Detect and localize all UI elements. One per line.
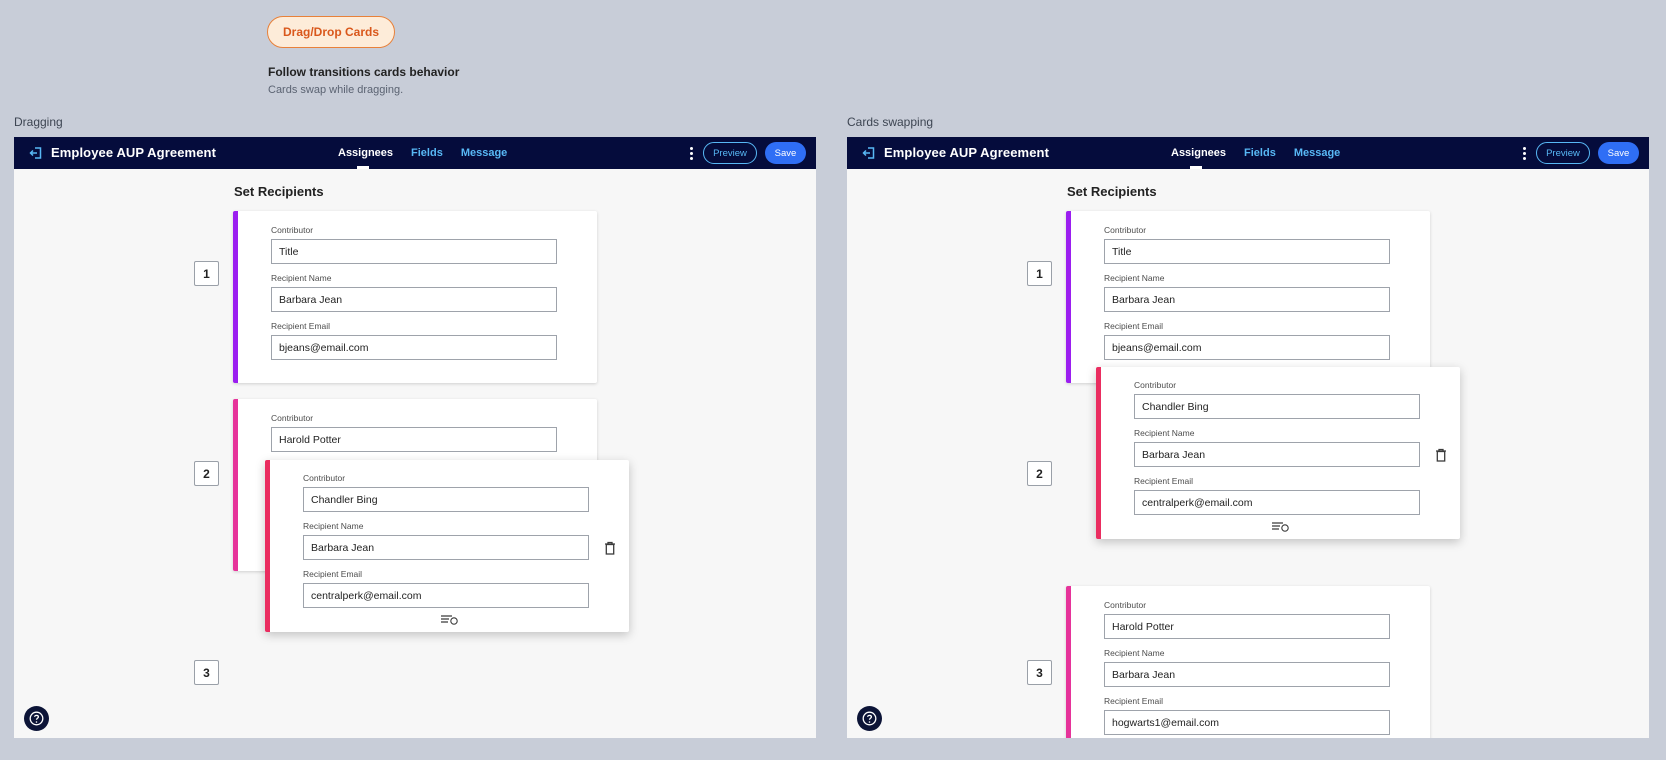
recipient-name-input[interactable]: Barbara Jean — [271, 287, 557, 312]
contributor-field: Contributor Title — [1104, 225, 1390, 264]
contributor-label: Contributor — [303, 473, 346, 483]
help-icon[interactable] — [857, 706, 882, 731]
tab-message[interactable]: Message — [1294, 137, 1340, 169]
recipient-card[interactable]: Contributor Title Recipient Name Barbara… — [233, 211, 597, 383]
kebab-menu-icon[interactable] — [684, 145, 698, 161]
recipient-email-label: Recipient Email — [271, 321, 331, 331]
recipient-name-label: Recipient Name — [303, 521, 364, 531]
tab-assignees[interactable]: Assignees — [338, 137, 393, 169]
recipient-name-label: Recipient Name — [1104, 273, 1165, 283]
recipient-email-field: Recipient Email centralperk@email.com — [1134, 476, 1420, 515]
contributor-input[interactable]: Harold Potter — [1104, 614, 1390, 639]
recipient-card[interactable]: Contributor Title Recipient Name Barbara… — [1066, 211, 1430, 383]
description-subtitle: Cards swap while dragging. — [268, 84, 404, 96]
recipient-email-input[interactable]: centralperk@email.com — [303, 583, 589, 608]
tab-fields[interactable]: Fields — [1244, 137, 1276, 169]
step-number-1: 1 — [194, 261, 219, 286]
contributor-input[interactable]: Chandler Bing — [1134, 394, 1420, 419]
recipient-email-field: Recipient Email centralperk@email.com — [303, 569, 589, 608]
contributor-label: Contributor — [271, 413, 314, 423]
contributor-field: Contributor Chandler Bing — [1134, 380, 1420, 419]
contributor-label: Contributor — [271, 225, 314, 235]
recipient-name-field: Recipient Name Barbara Jean — [1134, 428, 1420, 467]
recipient-name-field: Recipient Name Barbara Jean — [1104, 273, 1390, 312]
recipient-name-field: Recipient Name Barbara Jean — [1104, 648, 1390, 687]
description-title: Follow transitions cards behavior — [268, 65, 460, 79]
back-arrow-icon[interactable] — [861, 145, 877, 161]
kebab-menu-icon[interactable] — [1517, 145, 1531, 161]
recipient-email-input[interactable]: bjeans@email.com — [1104, 335, 1390, 360]
recipient-email-input[interactable]: centralperk@email.com — [1134, 490, 1420, 515]
trash-icon[interactable] — [604, 541, 616, 555]
recipient-email-label: Recipient Email — [1134, 476, 1194, 486]
contributor-field: Contributor Title — [271, 225, 557, 264]
contributor-label: Contributor — [1104, 225, 1147, 235]
contributor-field: Contributor Harold Potter — [271, 413, 557, 452]
recipient-name-label: Recipient Name — [271, 273, 332, 283]
help-icon[interactable] — [24, 706, 49, 731]
save-button[interactable]: Save — [1598, 142, 1639, 164]
section-title: Set Recipients — [234, 184, 324, 199]
panel-cards-swapping: Employee AUP Agreement Assignees Fields … — [847, 137, 1649, 738]
recipient-email-field: Recipient Email bjeans@email.com — [271, 321, 557, 360]
step-number-3: 3 — [1027, 660, 1052, 685]
recipient-name-input[interactable]: Barbara Jean — [1104, 662, 1390, 687]
step-number-3: 3 — [194, 660, 219, 685]
step-number-2: 2 — [1027, 461, 1052, 486]
drag-handle-icon[interactable] — [438, 613, 460, 625]
step-number-2: 2 — [194, 461, 219, 486]
contributor-input[interactable]: Title — [271, 239, 557, 264]
save-button[interactable]: Save — [765, 142, 806, 164]
recipient-name-field: Recipient Name Barbara Jean — [271, 273, 557, 312]
recipient-email-label: Recipient Email — [1104, 321, 1164, 331]
recipient-email-field: Recipient Email bjeans@email.com — [1104, 321, 1390, 360]
question-mark-icon — [29, 711, 44, 726]
dragged-recipient-card[interactable]: Contributor Chandler Bing Recipient Name… — [265, 460, 629, 632]
tab-fields[interactable]: Fields — [411, 137, 443, 169]
tab-bar: Assignees Fields Message — [338, 137, 507, 169]
recipient-name-input[interactable]: Barbara Jean — [303, 535, 589, 560]
section-title: Set Recipients — [1067, 184, 1157, 199]
recipient-name-field: Recipient Name Barbara Jean — [303, 521, 589, 560]
panel-dragging: Employee AUP Agreement Assignees Fields … — [14, 137, 816, 738]
contributor-input[interactable]: Chandler Bing — [303, 487, 589, 512]
recipient-card[interactable]: Contributor Harold Potter Recipient Name… — [1066, 586, 1430, 738]
app-title: Employee AUP Agreement — [51, 145, 216, 160]
dragged-recipient-card[interactable]: Contributor Chandler Bing Recipient Name… — [1096, 367, 1460, 539]
recipient-email-input[interactable]: bjeans@email.com — [271, 335, 557, 360]
trash-icon[interactable] — [1435, 448, 1447, 462]
recipient-email-input[interactable]: hogwarts1@email.com — [1104, 710, 1390, 735]
tab-message[interactable]: Message — [461, 137, 507, 169]
recipient-name-input[interactable]: Barbara Jean — [1134, 442, 1420, 467]
step-number-1: 1 — [1027, 261, 1052, 286]
contributor-field: Contributor Chandler Bing — [303, 473, 589, 512]
panel-label-cards-swapping: Cards swapping — [847, 115, 934, 129]
panel-label-dragging: Dragging — [14, 115, 63, 129]
drag-drop-cards-pill: Drag/Drop Cards — [267, 16, 396, 48]
preview-button[interactable]: Preview — [703, 142, 757, 164]
contributor-input[interactable]: Title — [1104, 239, 1390, 264]
recipient-name-label: Recipient Name — [1134, 428, 1195, 438]
tab-assignees[interactable]: Assignees — [1171, 137, 1226, 169]
tab-bar: Assignees Fields Message — [1171, 137, 1340, 169]
app-title: Employee AUP Agreement — [884, 145, 1049, 160]
recipient-email-label: Recipient Email — [303, 569, 363, 579]
back-arrow-icon[interactable] — [28, 145, 44, 161]
recipient-name-label: Recipient Name — [1104, 648, 1165, 658]
app-bar: Employee AUP Agreement Assignees Fields … — [14, 137, 816, 169]
recipient-name-input[interactable]: Barbara Jean — [1104, 287, 1390, 312]
recipient-email-field: Recipient Email hogwarts1@email.com — [1104, 696, 1390, 735]
preview-button[interactable]: Preview — [1536, 142, 1590, 164]
contributor-input[interactable]: Harold Potter — [271, 427, 557, 452]
app-bar: Employee AUP Agreement Assignees Fields … — [847, 137, 1649, 169]
contributor-label: Contributor — [1134, 380, 1177, 390]
question-mark-icon — [862, 711, 877, 726]
recipient-email-label: Recipient Email — [1104, 696, 1164, 706]
drag-handle-icon[interactable] — [1269, 520, 1291, 532]
contributor-label: Contributor — [1104, 600, 1147, 610]
contributor-field: Contributor Harold Potter — [1104, 600, 1390, 639]
